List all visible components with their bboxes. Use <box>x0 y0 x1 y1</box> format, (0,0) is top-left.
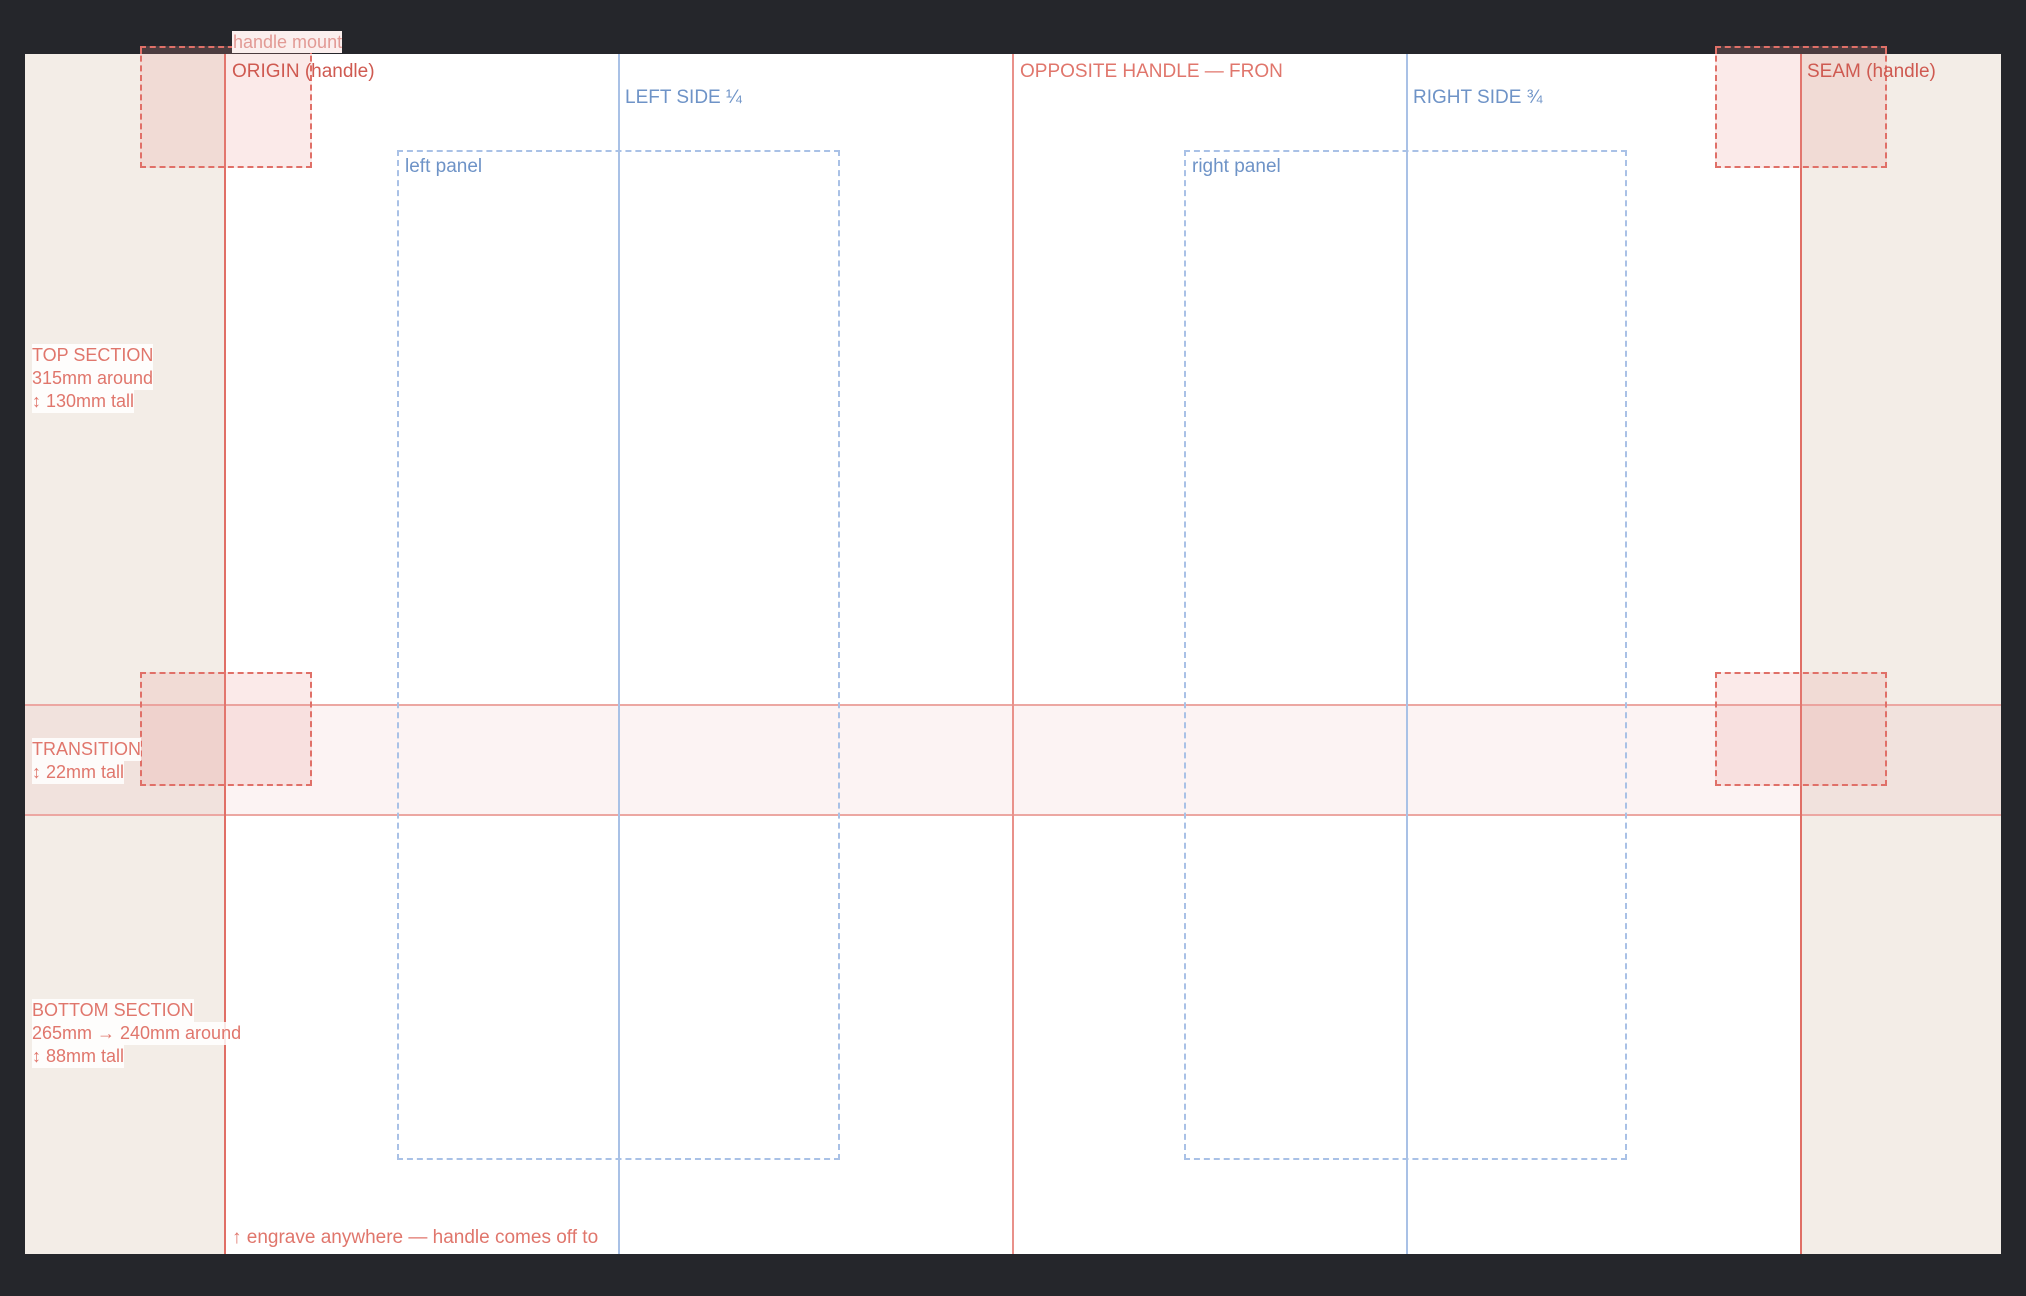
bottom-section-label: BOTTOM SECTION 265mm → 240mm around ↕ 88… <box>32 999 242 1068</box>
opposite-handle-label: OPPOSITE HANDLE — FRON <box>1020 61 1283 82</box>
left-side-line <box>618 54 620 1254</box>
bottom-section-title: BOTTOM SECTION <box>32 999 194 1022</box>
bottom-section-height: ↕ 88mm tall <box>32 1045 125 1068</box>
template-canvas: ORIGIN (handle) LEFT SIDE ¼ OPPOSITE HAN… <box>25 54 2001 1254</box>
top-section-height: ↕ 130mm tall <box>32 390 135 413</box>
left-margin-zone <box>25 54 225 1254</box>
bottom-section-circumference: 265mm → 240mm around <box>32 1022 242 1045</box>
handle-mount-label: handle mount <box>232 31 343 53</box>
origin-label: ORIGIN (handle) <box>232 61 375 82</box>
right-side-line <box>1406 54 1408 1254</box>
transition-height: ↕ 22mm tall <box>32 761 125 784</box>
origin-line <box>224 54 226 1254</box>
opposite-handle-line <box>1012 54 1014 1254</box>
handle-mount-bottom-right <box>1715 672 1887 786</box>
transition-label: TRANSITION ↕ 22mm tall <box>32 738 142 784</box>
right-panel-label: right panel <box>1192 156 1281 177</box>
left-side-label: LEFT SIDE ¼ <box>625 87 742 108</box>
right-side-label: RIGHT SIDE ¾ <box>1413 87 1543 108</box>
top-section-title: TOP SECTION <box>32 344 154 367</box>
seam-label: SEAM (handle) <box>1807 61 1936 82</box>
seam-line <box>1800 54 1802 1254</box>
handle-mount-top-right-overhang <box>1715 46 1887 54</box>
left-panel-label: left panel <box>405 156 483 177</box>
top-section-circumference: 315mm around <box>32 367 154 390</box>
top-section-label: TOP SECTION 315mm around ↕ 130mm tall <box>32 344 154 413</box>
handle-mount-bottom-left <box>140 672 312 786</box>
right-margin-zone <box>1801 54 2001 1254</box>
transition-title: TRANSITION <box>32 738 142 761</box>
engrave-note: ↑ engrave anywhere — handle comes off to <box>232 1227 599 1248</box>
